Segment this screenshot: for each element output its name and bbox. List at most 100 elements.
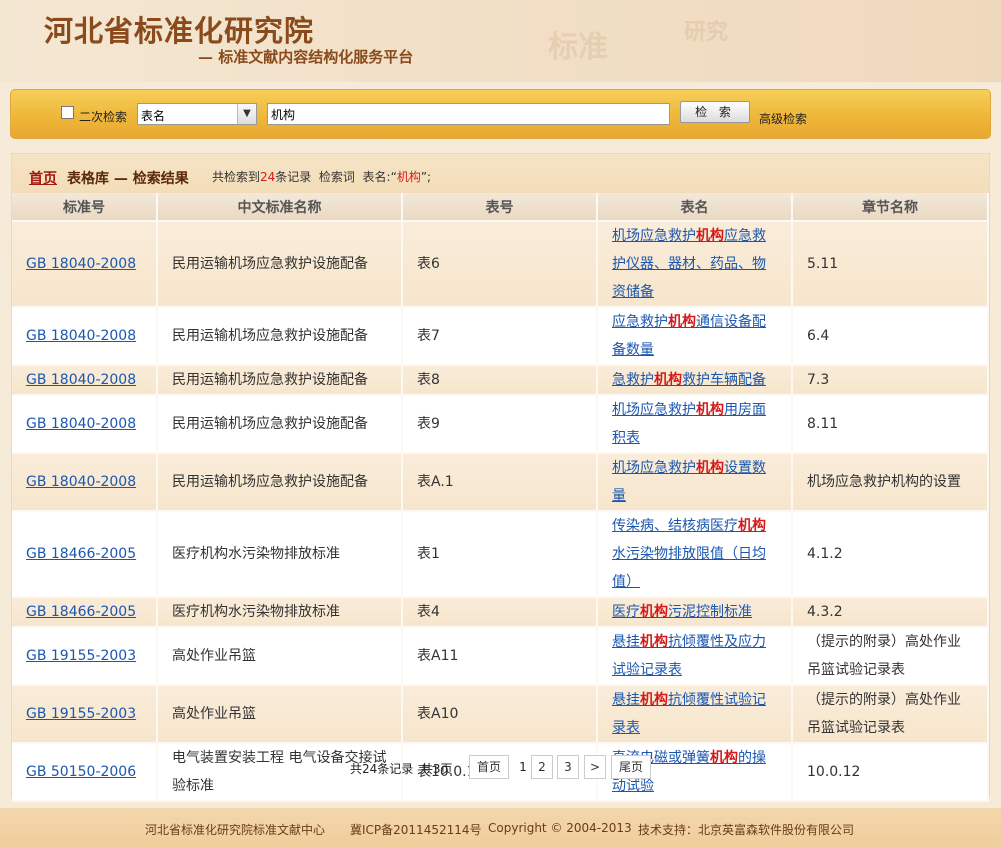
section-cell: 5.11 (793, 222, 989, 308)
table-name-text: 机场应急救护 (612, 460, 696, 476)
advanced-search-link[interactable]: 高级检索 (759, 110, 807, 127)
footer-support: 技术支持：北京英富森软件股份有限公司 (638, 823, 855, 837)
std-number-link[interactable]: GB 18040-2008 (26, 416, 136, 432)
table-row: GB 18040-2008 民用运输机场应急救护设施配备 表6 机场应急救护机构… (12, 222, 989, 308)
std-number-link[interactable]: GB 18040-2008 (26, 372, 136, 388)
table-name-cell: 悬挂机构抗倾覆性及应力试验记录表 (598, 628, 793, 686)
std-number-link[interactable]: GB 19155-2003 (26, 648, 136, 664)
std-name-cell: 高处作业吊篮 (158, 686, 403, 744)
page-3-button[interactable]: 3 (557, 755, 579, 779)
table-name-text: 救护车辆配备 (682, 372, 766, 388)
secondary-search-checkbox[interactable] (61, 106, 74, 119)
column-header: 表号 (403, 193, 598, 222)
table-name-text: 应急救护 (612, 314, 668, 330)
std-name-cell: 民用运输机场应急救护设施配备 (158, 308, 403, 366)
footer-copyright: Copyright © 2004-2013 (488, 821, 632, 835)
next-page-button[interactable]: > (584, 755, 606, 779)
std-number-link[interactable]: GB 18040-2008 (26, 256, 136, 272)
site-title: 河北省标准化研究院 (44, 14, 315, 48)
column-header: 章节名称 (793, 193, 989, 222)
header-watermark: 研究 (684, 19, 729, 45)
std-number-link[interactable]: GB 19155-2003 (26, 706, 136, 722)
search-button[interactable]: 检 索 (680, 101, 750, 123)
table-name-text: 悬挂 (612, 634, 640, 650)
table-name-text: 机场应急救护 (612, 228, 696, 244)
std-number-link[interactable]: GB 18466-2005 (26, 604, 136, 620)
table-name-cell: 医疗机构污泥控制标准 (598, 598, 793, 628)
table-no-cell: 表4 (403, 598, 598, 628)
table-name-text: 医疗 (612, 604, 640, 620)
table-no-cell: 表1 (403, 512, 598, 598)
std-number-cell: GB 18040-2008 (12, 454, 158, 512)
last-page-button[interactable]: 尾页 (611, 755, 651, 779)
results-table: 标准号 中文标准名称 表号 表名 章节名称 GB 18040-2008 民用运输… (12, 193, 989, 802)
table-name-link[interactable]: 医疗机构污泥控制标准 (612, 604, 752, 620)
section-cell: 8.11 (793, 396, 989, 454)
breadcrumb: 首页 表格库 — 检索结果 共检索到24条记录 检索词 表名:“机构”; (12, 154, 989, 194)
section-cell: 6.4 (793, 308, 989, 366)
page-2-button[interactable]: 2 (531, 755, 553, 779)
table-name-text: 污泥控制标准 (668, 604, 752, 620)
search-field-select[interactable]: 表名 ▼ (137, 103, 257, 125)
pagination-info: 共24条记录 共3页 (350, 762, 453, 776)
std-number-cell: GB 18040-2008 (12, 396, 158, 454)
std-number-link[interactable]: GB 18466-2005 (26, 546, 136, 562)
column-header: 表名 (598, 193, 793, 222)
table-row: GB 18466-2005 医疗机构水污染物排放标准 表4 医疗机构污泥控制标准… (12, 598, 989, 628)
highlight-term: 机构 (668, 314, 696, 330)
table-name-text: 水污染物排放限值（日均值） (612, 546, 766, 590)
results-panel: 首页 表格库 — 检索结果 共检索到24条记录 检索词 表名:“机构”; 标准号… (11, 153, 990, 802)
result-stats-mid: 条记录 检索词 表名:“ (275, 170, 397, 184)
table-row: GB 18040-2008 民用运输机场应急救护设施配备 表7 应急救护机构通信… (12, 308, 989, 366)
header-watermark: 标准 (548, 30, 608, 65)
search-bar: 二次检索 表名 ▼ 检 索 高级检索 (10, 89, 991, 139)
section-cell: 7.3 (793, 366, 989, 396)
std-name-cell: 医疗机构水污染物排放标准 (158, 598, 403, 628)
std-number-link[interactable]: GB 18040-2008 (26, 474, 136, 490)
table-name-cell: 机场应急救护机构应急救护仪器、器材、药品、物资储备 (598, 222, 793, 308)
chevron-down-icon[interactable]: ▼ (237, 104, 256, 124)
highlight-term: 机构 (640, 634, 668, 650)
footer-icp[interactable]: 冀ICP备2011452114号 (350, 821, 482, 838)
site-header: 标准 研究 河北省标准化研究院 — 标准文献内容结构化服务平台 (0, 0, 1001, 82)
table-name-link[interactable]: 机场应急救护机构应急救护仪器、器材、药品、物资储备 (612, 228, 766, 300)
footer-org: 河北省标准化研究院标准文献中心 (145, 823, 326, 837)
table-name-link[interactable]: 传染病、结核病医疗机构水污染物排放限值（日均值） (612, 518, 766, 590)
table-name-link[interactable]: 悬挂机构抗倾覆性试验记录表 (612, 692, 766, 736)
std-number-link[interactable]: GB 18040-2008 (26, 328, 136, 344)
table-name-cell: 传染病、结核病医疗机构水污染物排放限值（日均值） (598, 512, 793, 598)
highlight-term: 机构 (696, 402, 724, 418)
table-name-link[interactable]: 急救护机构救护车辆配备 (612, 372, 766, 388)
table-name-cell: 机场应急救护机构设置数量 (598, 454, 793, 512)
highlight-term: 机构 (738, 518, 766, 534)
result-stats-prefix: 共检索到 (212, 170, 261, 184)
std-name-cell: 民用运输机场应急救护设施配备 (158, 222, 403, 308)
site-footer: 河北省标准化研究院标准文献中心 冀ICP备2011452114号 Copyrig… (0, 808, 1001, 848)
std-name-cell: 民用运输机场应急救护设施配备 (158, 396, 403, 454)
column-header: 中文标准名称 (158, 193, 403, 222)
highlight-term: 机构 (696, 460, 724, 476)
std-number-cell: GB 18040-2008 (12, 222, 158, 308)
breadcrumb-home-link[interactable]: 首页 (29, 168, 57, 188)
table-no-cell: 表7 (403, 308, 598, 366)
table-name-link[interactable]: 机场应急救护机构设置数量 (612, 460, 766, 504)
table-name-link[interactable]: 机场应急救护机构用房面积表 (612, 402, 766, 446)
section-cell: （提示的附录）高处作业吊篮试验记录表 (793, 628, 989, 686)
highlight-term: 机构 (696, 228, 724, 244)
search-term: 机构 (396, 170, 421, 184)
section-cell: （提示的附录）高处作业吊篮试验记录表 (793, 686, 989, 744)
table-name-link[interactable]: 应急救护机构通信设备配备数量 (612, 314, 766, 358)
table-name-text: 机场应急救护 (612, 402, 696, 418)
table-name-cell: 悬挂机构抗倾覆性试验记录表 (598, 686, 793, 744)
table-header-row: 标准号 中文标准名称 表号 表名 章节名称 (12, 193, 989, 222)
result-count: 24 (260, 170, 276, 184)
search-field-value: 表名 (141, 109, 166, 123)
highlight-term: 机构 (640, 692, 668, 708)
table-row: GB 18040-2008 民用运输机场应急救护设施配备 表9 机场应急救护机构… (12, 396, 989, 454)
table-name-text: 急救护 (612, 372, 654, 388)
first-page-button[interactable]: 首页 (469, 755, 509, 779)
table-name-link[interactable]: 悬挂机构抗倾覆性及应力试验记录表 (612, 634, 766, 678)
std-number-cell: GB 18466-2005 (12, 598, 158, 628)
site-subtitle: — 标准文献内容结构化服务平台 (198, 48, 414, 66)
search-input[interactable] (267, 103, 670, 125)
